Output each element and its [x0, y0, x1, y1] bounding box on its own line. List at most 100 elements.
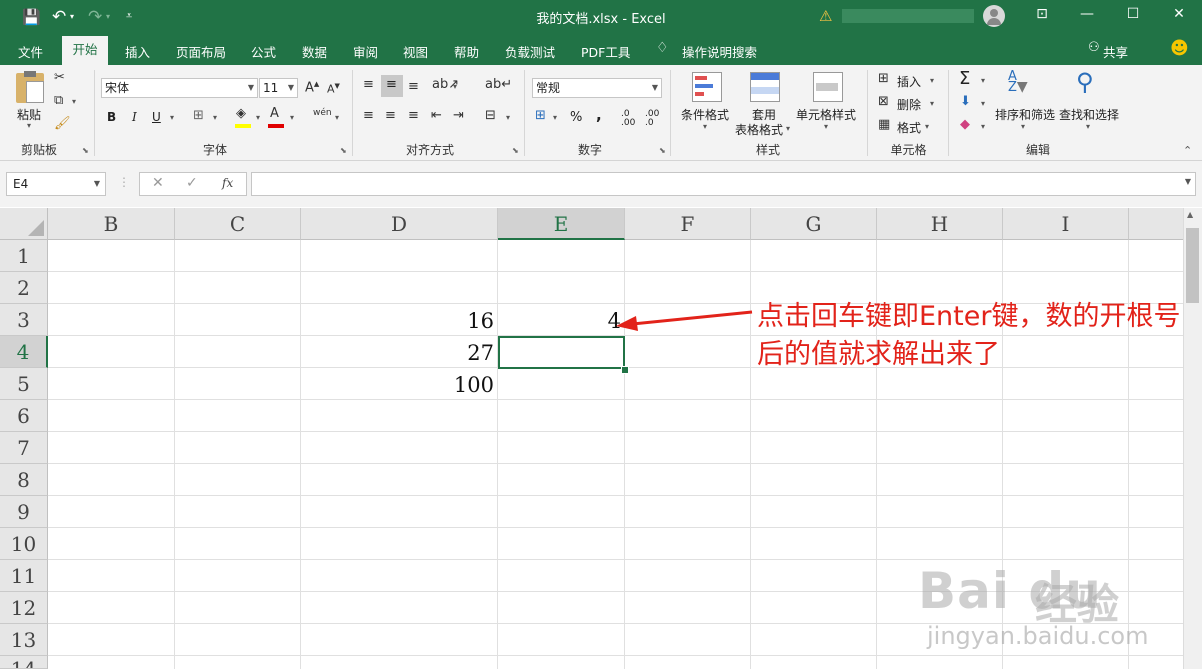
sort-filter-icon[interactable]: A Z▼	[1008, 70, 1028, 94]
drag-handle-icon[interactable]: ⋮	[118, 175, 130, 189]
row-header-9[interactable]: 9	[0, 496, 48, 528]
warning-icon[interactable]: ⚠	[819, 7, 832, 25]
tab-insert[interactable]: 插入	[125, 42, 150, 61]
row-header-7[interactable]: 7	[0, 432, 48, 464]
format-cells-button[interactable]: 格式	[897, 119, 921, 136]
account-name[interactable]	[842, 9, 974, 23]
cell-e3[interactable]: 4	[498, 304, 621, 336]
underline-dropdown-icon[interactable]: ▾	[170, 113, 174, 122]
row-header-10[interactable]: 10	[0, 528, 48, 560]
accounting-format-icon[interactable]: ⊞	[535, 108, 546, 123]
fill-color-icon[interactable]: ◈	[236, 106, 246, 121]
tab-load-test[interactable]: 负载测试	[505, 42, 555, 61]
avatar[interactable]	[983, 5, 1005, 27]
ribbon-display-icon[interactable]: ⊡	[1027, 6, 1057, 28]
tab-page-layout[interactable]: 页面布局	[176, 42, 226, 61]
find-select-dropdown-icon[interactable]: ▾	[1086, 122, 1090, 131]
column-header-f[interactable]: F	[625, 208, 751, 240]
maximize-icon[interactable]: ☐	[1118, 6, 1148, 28]
format-painter-icon[interactable]: 🖌	[54, 116, 71, 131]
tab-help[interactable]: 帮助	[454, 42, 479, 61]
conditional-format-button[interactable]: 条件格式	[681, 106, 729, 123]
scrollbar-thumb[interactable]	[1186, 228, 1199, 303]
format-table-line2[interactable]: 表格格式	[735, 121, 783, 138]
increase-decimal-icon[interactable]: .0.00	[621, 110, 635, 128]
format-table-dropdown-icon[interactable]: ▾	[786, 124, 790, 133]
comma-button[interactable]: ,	[596, 106, 602, 124]
column-header-c[interactable]: C	[175, 208, 301, 240]
align-right-icon[interactable]: ≡	[408, 108, 419, 123]
confirm-icon[interactable]: ✓	[186, 175, 198, 191]
chevron-down-icon[interactable]: ▼	[248, 79, 254, 97]
share-button[interactable]: 共享	[1103, 42, 1128, 61]
border-dropdown-icon[interactable]: ▾	[213, 113, 217, 122]
accounting-dropdown-icon[interactable]: ▾	[553, 113, 557, 122]
scroll-up-icon[interactable]: ▲	[1187, 210, 1193, 219]
tab-formulas[interactable]: 公式	[251, 42, 276, 61]
autosum-icon[interactable]: Σ	[959, 68, 970, 89]
align-top-icon[interactable]: ≡	[363, 77, 374, 92]
tab-home[interactable]: 开始	[62, 36, 108, 65]
fill-icon[interactable]: ⬇	[960, 94, 971, 109]
decrease-font-icon[interactable]: A▼	[327, 82, 340, 96]
column-header-j[interactable]	[1129, 208, 1183, 240]
chevron-down-icon[interactable]: ▼	[652, 79, 658, 97]
row-header-1[interactable]: 1	[0, 240, 48, 272]
font-name-combo[interactable]: 宋体 ▼	[101, 78, 258, 98]
bold-button[interactable]: B	[107, 110, 116, 124]
clipboard-launcher-icon[interactable]: ⬊	[82, 146, 89, 155]
align-middle-button[interactable]: ≡	[381, 75, 403, 97]
fill-color-dropdown-icon[interactable]: ▾	[256, 113, 260, 122]
formula-input[interactable]: ▼	[251, 172, 1196, 196]
row-header-13[interactable]: 13	[0, 624, 48, 656]
column-header-d[interactable]: D	[301, 208, 498, 240]
fill-dropdown-icon[interactable]: ▾	[981, 99, 985, 108]
phonetic-icon[interactable]: wén	[313, 108, 332, 118]
increase-font-icon[interactable]: A▲	[305, 80, 319, 95]
fill-handle[interactable]	[621, 366, 629, 374]
conditional-dropdown-icon[interactable]: ▾	[703, 122, 707, 131]
number-launcher-icon[interactable]: ⬊	[659, 146, 666, 155]
cell-d5[interactable]: 100	[301, 368, 494, 400]
close-icon[interactable]: ✕	[1164, 6, 1194, 28]
clear-dropdown-icon[interactable]: ▾	[981, 122, 985, 131]
insert-function-icon[interactable]: fx	[222, 176, 233, 190]
chevron-down-icon[interactable]: ▼	[288, 79, 294, 97]
column-header-i[interactable]: I	[1003, 208, 1129, 240]
format-table-icon[interactable]	[750, 72, 780, 102]
merge-center-icon[interactable]: ⊟	[485, 108, 496, 123]
expand-formula-icon[interactable]: ▼	[1185, 177, 1191, 186]
tab-data[interactable]: 数据	[302, 42, 327, 61]
cell-d3[interactable]: 16	[301, 304, 494, 336]
row-header-4[interactable]: 4	[0, 336, 48, 368]
column-header-h[interactable]: H	[877, 208, 1003, 240]
tab-file[interactable]: 文件	[18, 42, 43, 61]
number-format-combo[interactable]: 常规 ▼	[532, 78, 662, 98]
decrease-decimal-icon[interactable]: .00.0	[645, 110, 659, 128]
sort-filter-dropdown-icon[interactable]: ▾	[1021, 122, 1025, 131]
font-launcher-icon[interactable]: ⬊	[340, 146, 347, 155]
paste-icon[interactable]	[16, 71, 44, 103]
copy-dropdown-icon[interactable]: ▾	[72, 97, 76, 106]
tab-review[interactable]: 审阅	[353, 42, 378, 61]
format-cells-icon[interactable]: ▦	[878, 117, 890, 132]
cell-styles-dropdown-icon[interactable]: ▾	[824, 122, 828, 131]
minimize-icon[interactable]: —	[1072, 6, 1102, 28]
cell-styles-button[interactable]: 单元格样式	[796, 106, 856, 123]
delete-dropdown-icon[interactable]: ▾	[930, 99, 934, 108]
row-header-3[interactable]: 3	[0, 304, 48, 336]
column-header-e[interactable]: E	[498, 208, 625, 240]
column-header-g[interactable]: G	[751, 208, 877, 240]
name-box[interactable]: E4 ▼	[6, 172, 106, 196]
insert-cells-button[interactable]: 插入	[897, 73, 921, 90]
align-left-icon[interactable]: ≡	[363, 108, 374, 123]
increase-indent-icon[interactable]: ⇥	[453, 108, 464, 123]
row-header-6[interactable]: 6	[0, 400, 48, 432]
font-color-icon[interactable]: A	[270, 106, 279, 121]
font-color-dropdown-icon[interactable]: ▾	[290, 113, 294, 122]
phonetic-dropdown-icon[interactable]: ▾	[335, 113, 339, 122]
border-icon[interactable]: ⊞	[193, 108, 204, 123]
delete-cells-icon[interactable]: ⊠	[878, 94, 889, 109]
font-size-combo[interactable]: 11 ▼	[259, 78, 298, 98]
cell-styles-icon[interactable]	[813, 72, 843, 102]
